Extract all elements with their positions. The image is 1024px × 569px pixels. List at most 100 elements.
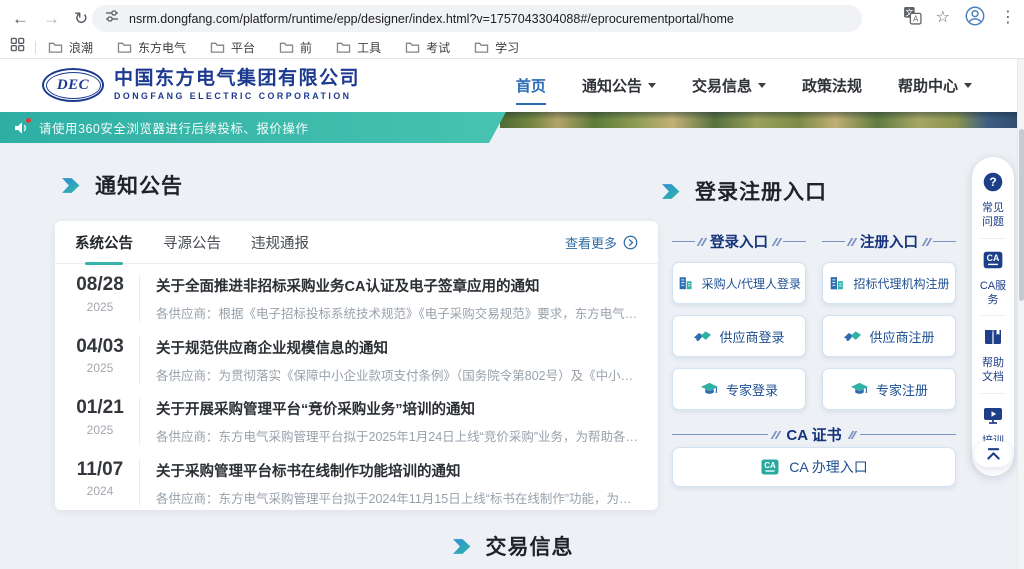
folder-icon bbox=[49, 43, 61, 52]
notice-section-header: 通知公告 bbox=[60, 170, 183, 200]
tab-sourcing-notices[interactable]: 寻源公告 bbox=[163, 221, 221, 264]
tab-system-notices[interactable]: 系统公告 bbox=[75, 221, 133, 264]
svg-text:A: A bbox=[913, 15, 919, 24]
screen: ← → ↻ nsrm.dongfang.com/platform/runtime… bbox=[0, 0, 1024, 569]
reload-icon[interactable]: ↻ bbox=[74, 10, 88, 27]
folder-icon bbox=[338, 43, 350, 52]
purchaser-login-button[interactable]: 采购人/代理人登录 bbox=[672, 262, 806, 304]
apps-grid-icon[interactable] bbox=[10, 37, 25, 57]
bookmark-folder[interactable]: 考试 bbox=[405, 39, 450, 56]
url-bar[interactable]: nsrm.dongfang.com/platform/runtime/epp/d… bbox=[92, 5, 862, 32]
page-scrollbar[interactable] bbox=[1017, 59, 1024, 569]
folder-icon bbox=[118, 43, 130, 52]
news-title[interactable]: 关于采购管理平台标书在线制作功能培训的通知 bbox=[156, 460, 638, 481]
browser-actions: 文A ☆ ⋮ bbox=[903, 0, 1016, 36]
building-icon bbox=[828, 274, 846, 292]
back-icon[interactable]: ← bbox=[12, 10, 29, 27]
graduation-cap-icon bbox=[700, 380, 719, 399]
ca-badge-icon: CA bbox=[760, 457, 780, 477]
profile-icon[interactable] bbox=[964, 5, 986, 32]
expert-login-button[interactable]: 专家登录 bbox=[672, 368, 806, 410]
folder-icon bbox=[407, 43, 419, 52]
login-section-title: 登录注册入口 bbox=[695, 176, 827, 206]
chevron-down-icon bbox=[964, 83, 972, 88]
news-title[interactable]: 关于规范供应商企业规模信息的通知 bbox=[156, 337, 638, 358]
chevron-down-icon bbox=[758, 83, 766, 88]
bookmark-folder[interactable]: 学习 bbox=[474, 39, 519, 56]
url-text[interactable]: nsrm.dongfang.com/platform/runtime/epp/d… bbox=[129, 12, 734, 26]
handshake-icon bbox=[693, 327, 712, 346]
graduation-cap-icon bbox=[850, 380, 869, 399]
company-logo[interactable]: DEC 中国东方电气集团有限公司 DONGFANG ELECTRIC CORPO… bbox=[42, 68, 360, 102]
bookmark-folder[interactable]: 浪潮 bbox=[48, 39, 93, 56]
translate-icon[interactable]: 文A bbox=[903, 6, 922, 30]
news-row[interactable]: 01/21 2025 关于开展采购管理平台“竞价采购业务”培训的通知 各供应商：… bbox=[55, 387, 658, 449]
bookmarks-bar: 浪潮 东方电气 平台 前 工具 考试 学习 bbox=[0, 36, 1024, 59]
bookmark-folder[interactable]: 前 bbox=[279, 39, 312, 56]
agency-register-button[interactable]: 招标代理机构注册 bbox=[822, 262, 956, 304]
news-row[interactable]: 04/03 2025 关于规范供应商企业规模信息的通知 各供应商：为贯彻落实《保… bbox=[55, 326, 658, 388]
company-name-cn: 中国东方电气集团有限公司 bbox=[114, 69, 360, 88]
login-button-grid: 采购人/代理人登录 招标代理机构注册 供应商登录 供应商注册 专家登录 专家注册 bbox=[672, 262, 956, 410]
folder-icon bbox=[211, 43, 223, 52]
bookmark-star-icon[interactable]: ☆ bbox=[936, 10, 950, 26]
ca-badge-icon: CA bbox=[982, 249, 1004, 271]
bookmark-folder[interactable]: 工具 bbox=[336, 39, 381, 56]
ribbon-text: 请使用360安全浏览器进行后续投标、报价操作 bbox=[39, 118, 308, 137]
banner-photo-strip bbox=[500, 112, 1024, 128]
view-more-link[interactable]: 查看更多 bbox=[565, 233, 638, 252]
divider bbox=[35, 41, 36, 54]
tune-icon[interactable] bbox=[104, 8, 120, 29]
trade-section-header: 交易信息 bbox=[0, 531, 1024, 561]
nav-item-notices[interactable]: 通知公告 bbox=[582, 59, 656, 112]
book-icon bbox=[982, 326, 1004, 348]
news-row[interactable]: 11/07 2024 关于采购管理平台标书在线制作功能培训的通知 各供应商：东方… bbox=[55, 449, 658, 511]
news-summary: 各供应商：为贯彻落实《保障中小企业款项支付条例》（国务院令第802号）及《中小企… bbox=[156, 365, 638, 384]
tab-violation-reports[interactable]: 违规通报 bbox=[251, 221, 309, 264]
login-section-header: 登录注册入口 bbox=[660, 176, 827, 206]
site-header: DEC 中国东方电气集团有限公司 DONGFANG ELECTRIC CORPO… bbox=[0, 59, 1024, 112]
sidebar-item-faq[interactable]: ? 常见问题 bbox=[972, 167, 1014, 238]
divider bbox=[981, 393, 1005, 394]
nav-item-help-center[interactable]: 帮助中心 bbox=[898, 59, 972, 112]
expert-register-button[interactable]: 专家注册 bbox=[822, 368, 956, 410]
back-to-top-button[interactable] bbox=[974, 441, 1012, 467]
chevron-down-icon bbox=[648, 83, 656, 88]
svg-text:CA: CA bbox=[764, 461, 776, 470]
quick-sidebar: ? 常见问题 CA CA服务 帮助文档 培训视频 bbox=[972, 157, 1014, 476]
news-title[interactable]: 关于开展采购管理平台“竞价采购业务”培训的通知 bbox=[156, 398, 638, 419]
news-row[interactable]: 08/28 2025 关于全面推进非招标采购业务CA认证及电子签章应用的通知 各… bbox=[55, 264, 658, 326]
chevron-circle-icon bbox=[623, 235, 638, 250]
forward-icon[interactable]: → bbox=[43, 10, 60, 27]
notice-section-title: 通知公告 bbox=[95, 170, 183, 200]
news-date: 08/28 2025 bbox=[69, 275, 131, 314]
notification-dot bbox=[26, 118, 31, 123]
login-group-headers: 登录入口 注册入口 bbox=[672, 231, 956, 252]
news-date: 04/03 2025 bbox=[69, 337, 131, 376]
nav-item-home[interactable]: 首页 bbox=[516, 59, 546, 112]
news-date: 01/21 2025 bbox=[69, 398, 131, 437]
menu-dots-icon[interactable]: ⋮ bbox=[1000, 10, 1016, 26]
login-group-header: 登录入口 bbox=[672, 231, 806, 252]
sidebar-item-ca-service[interactable]: CA CA服务 bbox=[972, 245, 1014, 316]
nav-item-policies[interactable]: 政策法规 bbox=[802, 59, 862, 112]
announcement-ribbon: 请使用360安全浏览器进行后续投标、报价操作 bbox=[0, 112, 506, 143]
handshake-icon bbox=[843, 327, 862, 346]
bookmark-folder[interactable]: 东方电气 bbox=[117, 39, 186, 56]
building-icon bbox=[677, 274, 695, 292]
news-summary: 各供应商：根据《电子招标投标系统技术规范》《电子采购交易规范》要求，东方电气采购… bbox=[156, 303, 638, 322]
divider bbox=[981, 315, 1005, 316]
dec-logo-icon: DEC bbox=[42, 68, 104, 102]
bookmark-folder[interactable]: 平台 bbox=[210, 39, 255, 56]
news-title[interactable]: 关于全面推进非招标采购业务CA认证及电子签章应用的通知 bbox=[156, 275, 638, 296]
ca-apply-button[interactable]: CA CA 办理入口 bbox=[672, 447, 956, 487]
scrollbar-thumb[interactable] bbox=[1019, 129, 1024, 301]
section-arrow-icon bbox=[60, 175, 81, 196]
company-name-en: DONGFANG ELECTRIC CORPORATION bbox=[114, 92, 360, 101]
supplier-login-button[interactable]: 供应商登录 bbox=[672, 315, 806, 357]
video-icon bbox=[982, 404, 1004, 426]
folder-icon bbox=[281, 43, 293, 52]
supplier-register-button[interactable]: 供应商注册 bbox=[822, 315, 956, 357]
nav-item-trade-info[interactable]: 交易信息 bbox=[692, 59, 766, 112]
sidebar-item-help-docs[interactable]: 帮助文档 bbox=[972, 322, 1014, 393]
